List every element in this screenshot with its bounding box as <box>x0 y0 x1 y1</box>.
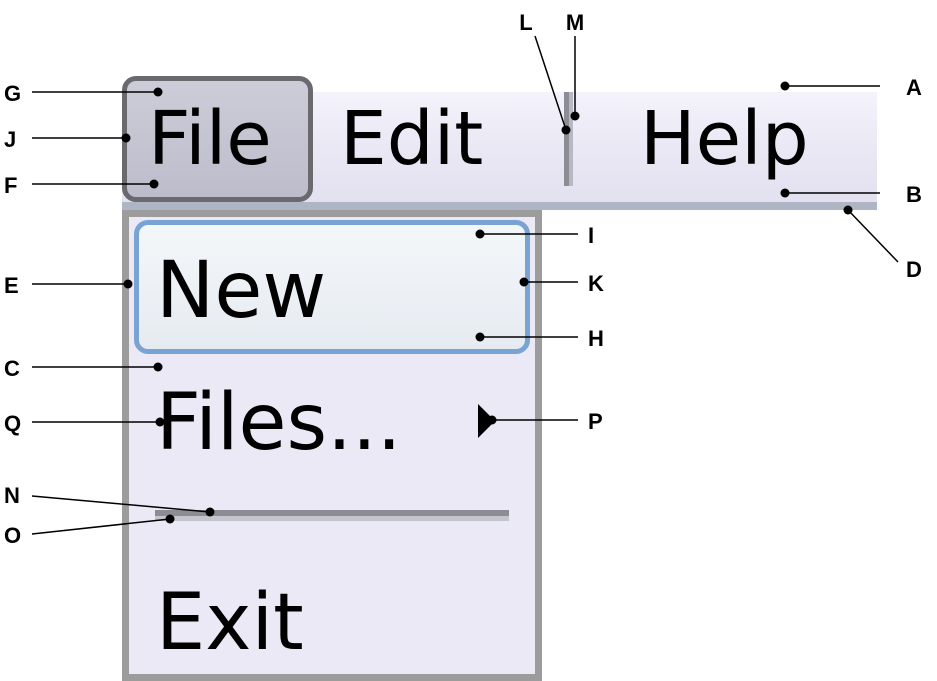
callout-label-e: E <box>4 273 19 298</box>
callout-label-f: F <box>4 173 17 198</box>
callout-label-l: L <box>519 10 532 35</box>
callout-label-q: Q <box>4 411 21 436</box>
callout-dot-b <box>780 188 790 198</box>
callout-e: E <box>4 273 133 298</box>
callout-label-n: N <box>4 483 20 508</box>
callout-label-h: H <box>588 326 604 351</box>
callout-label-o: O <box>4 523 21 548</box>
callout-label-g: G <box>4 81 21 106</box>
callout-p: P <box>487 409 603 434</box>
callout-label-i: I <box>588 223 594 248</box>
callout-dot-a <box>780 81 790 91</box>
callout-label-p: P <box>588 409 603 434</box>
callout-line-l <box>534 35 567 131</box>
callout-line-n <box>31 495 211 513</box>
callout-dot-p <box>487 415 497 425</box>
callout-annotations: A B C D E F G H I J K L M NO P Q <box>4 10 922 548</box>
callout-m: M <box>566 10 584 121</box>
callout-dot-j <box>121 133 131 143</box>
callout-label-m: M <box>566 10 584 35</box>
callout-dot-g <box>153 87 163 97</box>
callout-g: G <box>4 81 163 106</box>
callout-f: F <box>4 173 159 198</box>
callout-label-c: C <box>4 356 20 381</box>
callout-dot-l <box>561 125 571 135</box>
callout-i: I <box>475 223 594 248</box>
callout-dot-k <box>519 277 529 287</box>
callout-label-d: D <box>906 257 922 282</box>
callout-dot-o <box>165 514 175 524</box>
callout-l: L <box>519 10 571 135</box>
callout-dot-c <box>153 362 163 372</box>
callout-dot-h <box>475 332 485 342</box>
callout-dot-q <box>155 417 165 427</box>
callout-q: Q <box>4 411 165 436</box>
callout-dot-i <box>475 229 485 239</box>
callout-label-k: K <box>588 271 604 296</box>
callout-dot-m <box>570 111 580 121</box>
callout-a: A <box>780 75 922 100</box>
callout-dot-n <box>205 507 215 517</box>
callout-dot-e <box>123 279 133 289</box>
callout-j: J <box>4 127 131 152</box>
callout-label-b: B <box>906 182 922 207</box>
callout-d: D <box>843 205 922 282</box>
callout-line-d <box>847 209 899 263</box>
callout-n: N <box>4 483 215 517</box>
callout-b: B <box>780 182 922 207</box>
callout-o: O <box>4 514 175 548</box>
callout-label-j: J <box>4 127 16 152</box>
callout-h: H <box>475 326 604 351</box>
callout-label-a: A <box>906 75 922 100</box>
callout-k: K <box>519 271 604 296</box>
callout-line-o <box>31 518 171 535</box>
callout-dot-f <box>149 179 159 189</box>
callout-c: C <box>4 356 163 381</box>
callout-dot-d <box>843 205 853 215</box>
